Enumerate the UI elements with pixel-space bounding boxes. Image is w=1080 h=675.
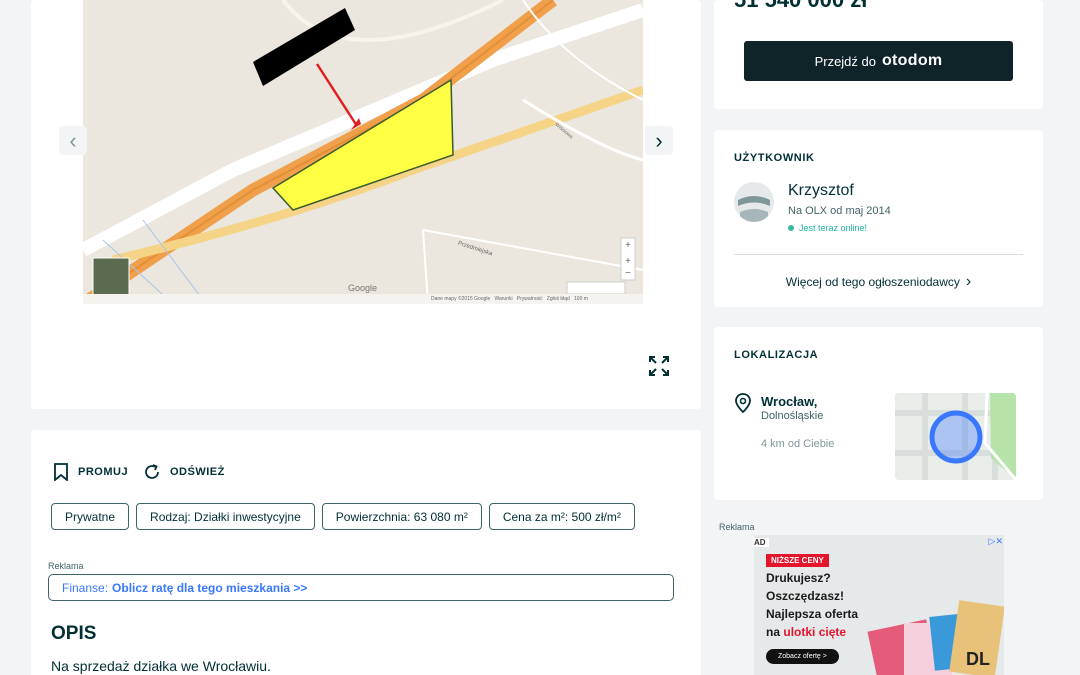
price-card: 51 540 000 zł Przejdź do otodom (714, 0, 1043, 109)
online-status: Jest teraz online! (788, 223, 867, 233)
ad-line-4-prefix: na (766, 625, 781, 639)
promote-button[interactable]: PROMUJ (53, 463, 128, 481)
online-dot-icon (788, 225, 794, 231)
ad-banner[interactable]: DL AD ▷✕ NIŻSZE CENY Drukujesz? Oszczędz… (754, 535, 1004, 675)
divider (734, 254, 1023, 255)
location-section-title: LOKALIZACJA (734, 349, 819, 361)
ad-line-1: Drukujesz? (766, 571, 831, 585)
listing-details: PROMUJ ODŚWIEŻ Prywatne Rodzaj: Działki … (31, 430, 701, 675)
user-section-title: UŻYTKOWNIK (734, 152, 815, 164)
finance-link[interactable]: Oblicz ratę dla tego mieszkania >> (112, 581, 307, 595)
location-card: LOKALIZACJA Wrocław, Dolnośląskie 4 km o… (714, 327, 1043, 500)
tag-area: Powierzchnia: 63 080 m² (321, 503, 482, 530)
ad-line-4: na ulotki cięte (766, 625, 846, 639)
ad-line-3: Najlepsza oferta (766, 607, 859, 621)
more-ads-label: Więcej od tego ogłoszeniodawcy (785, 275, 960, 289)
ad-promo-badge: NIŻSZE CENY (766, 554, 829, 567)
avatar[interactable] (734, 182, 774, 222)
online-label: Jest teraz online! (799, 223, 868, 233)
description-text: Na sprzedaż działka we Wrocławiu. (51, 658, 271, 674)
param-tags: Prywatne Rodzaj: Działki inwestycyjne Po… (51, 503, 635, 530)
bookmark-icon (54, 463, 68, 481)
expand-icon (649, 356, 669, 376)
otodom-logo: otodom (881, 52, 943, 69)
user-avatar-icon (734, 182, 774, 222)
svg-text:−: − (625, 268, 631, 279)
refresh-label: ODŚWIEŻ (170, 466, 225, 478)
location-distance: 4 km od Ciebie (761, 438, 835, 450)
chevron-right-icon: › (655, 127, 663, 153)
finance-prefix: Finanse: (62, 580, 109, 595)
location-region: Dolnośląskie (761, 410, 824, 422)
otodom-prefix: Przejdź do (814, 53, 876, 69)
tag-price-per-m2: Cena za m²: 500 zł/m² (488, 503, 635, 530)
svg-text:+: + (625, 240, 631, 251)
ad-label: Reklama (48, 561, 84, 571)
user-since: Na OLX od maj 2014 (788, 205, 891, 217)
ad-line-4-red: ulotki cięte (783, 625, 847, 639)
refresh-icon (145, 464, 159, 479)
finance-calculator-link[interactable]: Finanse: Oblicz ratę dla tego mieszkania… (48, 574, 674, 601)
chevron-right-icon: › (965, 273, 972, 290)
otodom-button[interactable]: Przejdź do otodom (744, 41, 1013, 81)
svg-text:DL: DL (966, 649, 990, 669)
price: 51 540 000 zł (734, 0, 867, 13)
location-map-thumbnail[interactable] (895, 393, 1016, 480)
refresh-button[interactable]: ODŚWIEŻ (143, 463, 225, 481)
tag-type: Rodzaj: Działki inwestycyjne (136, 503, 315, 530)
user-card: UŻYTKOWNIK Krzysztof Na OLX od maj 2014 … (714, 130, 1043, 307)
ad-cta-button[interactable]: Zobacz ofertę > (766, 649, 839, 664)
chevron-left-icon: ‹ (69, 127, 77, 153)
listing-photo-map[interactable]: + + − Google Dane mapy ©2015 Google Waru… (83, 0, 643, 304)
gallery: + + − Google Dane mapy ©2015 Google Waru… (31, 0, 701, 409)
promote-label: PROMUJ (78, 466, 129, 478)
sidebar-ad-label: Reklama (719, 522, 755, 532)
satellite-toggle[interactable] (92, 257, 130, 297)
svg-text:+: + (625, 256, 631, 267)
tag-seller-type: Prywatne (51, 503, 130, 530)
description-title: OPIS (51, 623, 97, 644)
ad-line-2: Oszczędzasz! (766, 589, 845, 603)
next-photo-button[interactable]: › (645, 126, 673, 155)
location-city: Wrocław, (761, 394, 818, 409)
prev-photo-button[interactable]: ‹ (59, 126, 87, 155)
ad-badge: AD (754, 538, 769, 547)
map-thumbnail-svg (895, 393, 1016, 480)
adchoices-icon[interactable]: ▷✕ (989, 536, 1003, 547)
user-name[interactable]: Krzysztof (788, 182, 854, 200)
fullscreen-button[interactable] (645, 352, 673, 380)
map-footer: Dane mapy ©2015 Google Warunki Prywatnoś… (431, 296, 588, 302)
more-from-seller-link[interactable]: Więcej od tego ogłoszeniodawcy › (714, 273, 1043, 291)
map-svg: + + − (83, 0, 643, 304)
location-pin-icon (735, 393, 751, 413)
google-logo: Google (348, 283, 378, 293)
